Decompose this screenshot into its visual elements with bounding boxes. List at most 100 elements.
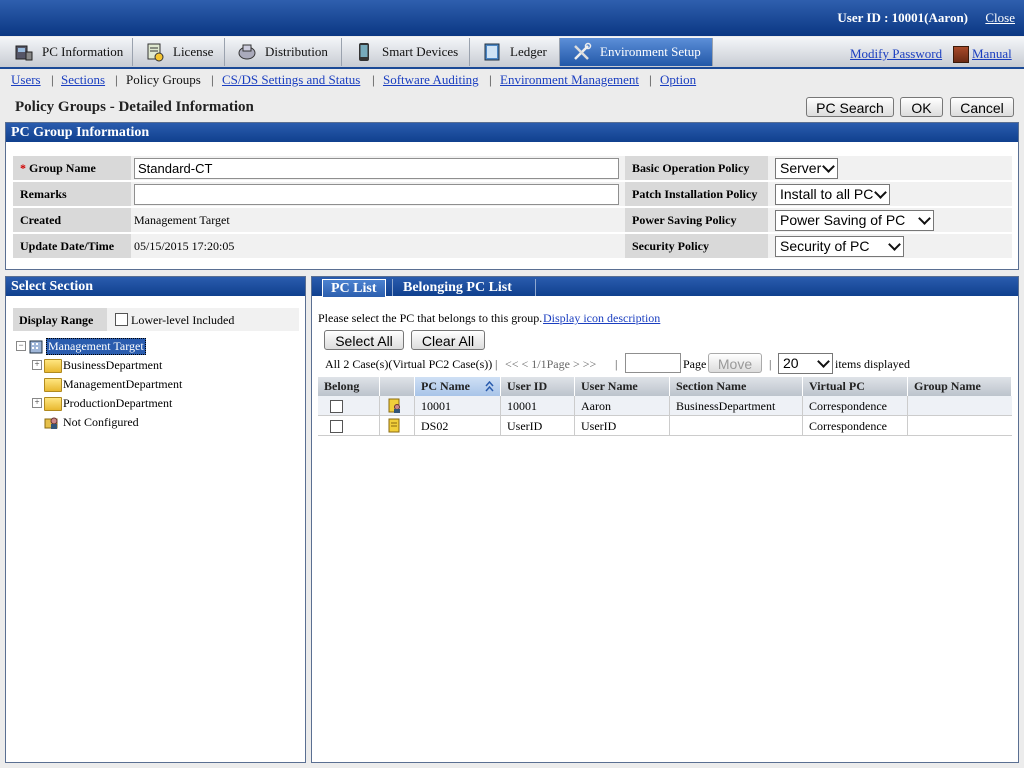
folder-icon (44, 359, 62, 373)
pc-icon (388, 418, 400, 433)
tab-belonging-pc-list[interactable]: Belonging PC List (403, 278, 512, 297)
basic-operation-policy-select[interactable]: Server (775, 158, 838, 179)
security-policy-label: Security Policy (625, 234, 768, 259)
required-mark: * (20, 161, 26, 175)
cell-user-id: UserID (501, 416, 575, 436)
user-id-label: User ID : 10001(Aaron) (837, 10, 968, 25)
created-value: Management Target (131, 208, 625, 233)
patch-installation-policy-select[interactable]: Install to all PC (775, 184, 890, 205)
close-link[interactable]: Close (985, 10, 1015, 26)
security-policy-cell: Security of PC (768, 234, 1012, 259)
col-belong[interactable]: Belong (318, 377, 380, 396)
select-section-panel: Select Section Display Range Lower-level… (5, 276, 306, 763)
subnav-policy-groups[interactable]: Policy Groups (126, 72, 201, 88)
pc-list-panel: PC List Belonging PC List Please select … (311, 276, 1019, 763)
col-virtual-pc[interactable]: Virtual PC (803, 377, 908, 396)
col-user-id[interactable]: User ID (501, 377, 575, 396)
cell-section-name (670, 416, 803, 436)
power-saving-policy-cell: Power Saving of PC (768, 208, 1012, 233)
update-datetime-label: Update Date/Time (13, 234, 131, 259)
display-icon-description-link[interactable]: Display icon description (543, 311, 660, 326)
clear-all-button[interactable]: Clear All (411, 330, 485, 350)
cell-virtual-pc: Correspondence (803, 396, 908, 416)
tab-distribution[interactable]: Distribution (225, 38, 342, 66)
group-name-cell: Standard-CT (131, 156, 625, 181)
chevron-down-icon (918, 212, 931, 225)
tree-label: ProductionDepartment (63, 396, 173, 410)
tab-pc-information[interactable]: PC Information (2, 38, 133, 66)
security-policy-select[interactable]: Security of PC (775, 236, 904, 257)
folder-icon (44, 397, 62, 411)
group-name-input[interactable]: Standard-CT (134, 158, 619, 179)
cancel-button[interactable]: Cancel (950, 97, 1014, 117)
tab-license[interactable]: License (133, 38, 225, 66)
remarks-cell (131, 182, 625, 207)
tab-ledger[interactable]: Ledger (470, 38, 560, 66)
items-per-page-select[interactable]: 20 (778, 353, 833, 374)
pager[interactable]: << < 1/1Page > >> (505, 357, 596, 372)
subnav-separator: | (115, 72, 118, 87)
expand-icon[interactable]: + (32, 398, 42, 408)
cell-group-name (908, 416, 1012, 436)
subnav-option[interactable]: Option (660, 72, 696, 88)
subnav-users[interactable]: Users (11, 72, 41, 88)
ledger-icon (484, 43, 500, 61)
cell-user-id: 10001 (501, 396, 575, 416)
panel-tab-bar: PC List Belonging PC List (312, 277, 1018, 298)
pc-user-icon (388, 398, 400, 413)
tab-smart-devices[interactable]: Smart Devices (342, 38, 470, 66)
subnav-software-auditing[interactable]: Software Auditing (383, 72, 479, 88)
subnav-environment-management[interactable]: Environment Management (500, 72, 639, 88)
col-icon (380, 377, 415, 396)
move-button[interactable]: Move (708, 353, 762, 373)
group-name-label: * Group Name (13, 156, 131, 181)
manual-link[interactable]: Manual (972, 46, 1012, 62)
lower-level-label: Lower-level Included (131, 313, 235, 327)
title-bar: User ID : 10001(Aaron) Close (0, 0, 1024, 36)
remarks-input[interactable] (134, 184, 619, 205)
tab-environment-setup[interactable]: Environment Setup (560, 38, 713, 66)
select-all-button[interactable]: Select All (324, 330, 404, 350)
display-range-label: Display Range (19, 313, 94, 327)
chevron-down-icon (888, 238, 901, 251)
tools-icon (574, 42, 592, 60)
subnav-csds-settings[interactable]: CS/DS Settings and Status (222, 72, 360, 88)
power-saving-policy-select[interactable]: Power Saving of PC (775, 210, 934, 231)
lower-level-checkbox[interactable] (115, 313, 128, 326)
user-folder-icon (44, 417, 58, 429)
basic-operation-policy-cell: Server (768, 156, 1012, 181)
pc-search-button[interactable]: PC Search (806, 97, 894, 117)
tree-label: BusinessDepartment (63, 358, 163, 372)
case-count: All 2 Case(s)(Virtual PC2 Case(s)) (325, 357, 493, 371)
table-row[interactable]: 10001 10001 Aaron BusinessDepartment Cor… (318, 396, 1012, 416)
patch-installation-policy-label: Patch Installation Policy (625, 182, 768, 207)
building-icon (29, 340, 43, 354)
expand-icon[interactable]: + (32, 360, 42, 370)
page-label: Page (683, 357, 707, 371)
subnav-sections[interactable]: Sections (61, 72, 105, 88)
chevron-down-icon (817, 355, 830, 368)
ok-button[interactable]: OK (900, 97, 943, 117)
tab-pc-list[interactable]: PC List (322, 279, 386, 298)
table-row[interactable]: DS02 UserID UserID Correspondence (318, 416, 1012, 436)
col-group-name[interactable]: Group Name (908, 377, 1012, 396)
cell-virtual-pc: Correspondence (803, 416, 908, 436)
belong-checkbox[interactable] (330, 420, 343, 433)
sort-ascending-icon (485, 381, 494, 392)
cell-pc-name: 10001 (415, 396, 501, 416)
panel-header: Select Section (6, 277, 305, 296)
belong-checkbox[interactable] (330, 400, 343, 413)
basic-operation-policy-label: Basic Operation Policy (625, 156, 768, 181)
display-range-row: Display Range Lower-level Included (13, 308, 299, 331)
pc-group-information-panel: PC Group Information * Group Name Standa… (5, 122, 1019, 270)
modify-password-link-text[interactable]: Modify Password (850, 46, 942, 62)
power-saving-policy-label: Power Saving Policy (625, 208, 768, 233)
page-title: Policy Groups - Detailed Information (15, 99, 254, 115)
collapse-icon[interactable]: − (16, 341, 26, 351)
col-user-name[interactable]: User Name (575, 377, 670, 396)
page-number-input[interactable] (625, 353, 681, 373)
col-section-name[interactable]: Section Name (670, 377, 803, 396)
col-pc-name[interactable]: PC Name (415, 377, 501, 396)
manual-book-icon (953, 46, 969, 63)
items-displayed-label: items displayed (835, 357, 910, 371)
